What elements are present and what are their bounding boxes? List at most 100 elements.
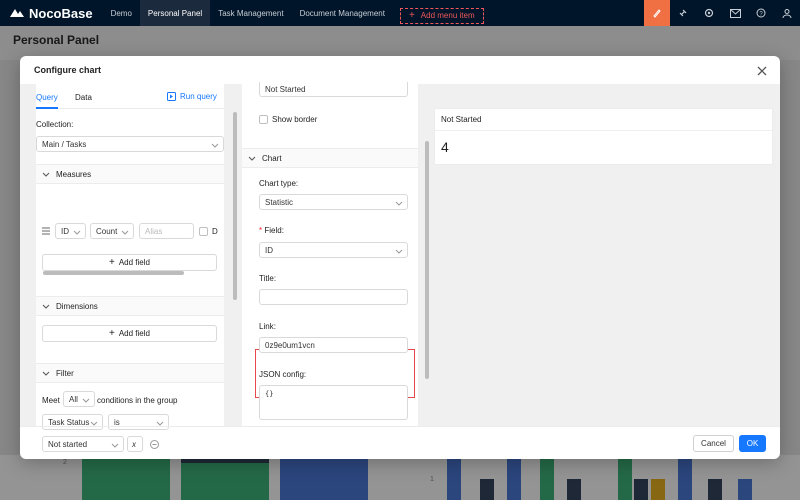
active-tab-indicator [36,107,58,109]
show-border-checkbox[interactable] [259,115,268,124]
add-dimension-field-button[interactable]: + Add field [42,325,217,342]
chevron-down-icon [395,201,403,206]
plus-icon: + [109,257,115,268]
chart-settings-panel: Not Started Show border Chart Chart type… [242,82,418,426]
chevron-down-icon [73,230,81,235]
mail-icon[interactable] [722,0,748,26]
chevron-down-icon [42,371,50,376]
distinct-checkbox[interactable] [199,227,208,236]
chart-section-title: Chart [262,153,282,163]
title-input[interactable] [259,289,408,305]
link-value: 0z9e0um1vcn [265,340,315,350]
menu-item-demo[interactable]: Demo [103,0,140,26]
add-field-label: Add field [118,258,150,267]
tab-data[interactable]: Data [75,93,92,102]
measure-field-select[interactable]: ID [55,223,86,239]
chart-type-value: Statistic [265,197,294,207]
conditions-label: conditions in the group [97,396,178,405]
alias-placeholder: Alias [145,226,163,236]
menu-item-personal-panel[interactable]: Personal Panel [139,0,211,26]
run-query-button[interactable]: Run query [167,92,217,101]
chart-type-label: Chart type: [259,179,299,188]
show-border-label: Show border [272,115,318,124]
top-nav: NocoBase Demo Personal Panel Task Manage… [0,0,800,26]
meet-select[interactable]: All [63,391,95,407]
add-menu-item-button[interactable]: + Add menu item [399,7,484,24]
query-tabs: Query Data Run query [36,84,224,109]
field-label: * Field: [259,226,284,235]
json-config-label: JSON config: [259,370,307,379]
run-icon [167,92,176,101]
chevron-down-icon [42,172,50,177]
chevron-down-icon [121,230,129,235]
chart-panel-scrollbar[interactable] [425,141,429,379]
app-logo[interactable]: NocoBase [0,6,103,21]
meet-value: All [69,394,78,404]
modal-body: Query Data Run query Collection: Main / … [20,82,780,452]
collection-label: Collection: [36,120,74,129]
measures-title: Measures [56,169,92,179]
menu-item-task-management[interactable]: Task Management [210,0,291,26]
plugin-icon[interactable] [670,0,696,26]
measures-section-header[interactable]: Measures [36,164,224,184]
chart-preview-card: Not Started 4 [434,108,773,165]
menu-item-document-management[interactable]: Document Management [292,0,393,26]
dimensions-section-header[interactable]: Dimensions [36,296,224,316]
preview-title-value: Not Started [265,84,306,94]
collection-value: Main / Tasks [42,139,87,149]
plus-icon: + [109,328,115,339]
configure-chart-modal: Configure chart Query Data Run query Col… [20,56,780,459]
distinct-label: D [212,227,218,236]
dimensions-title: Dimensions [56,301,98,311]
chevron-down-icon [211,143,219,148]
close-icon[interactable] [756,65,768,77]
chart-section-header[interactable]: Chart [242,148,418,168]
aggregation-select[interactable]: Count [90,223,134,239]
field-select[interactable]: ID [259,242,408,258]
link-label: Link: [259,322,276,331]
add-field-label: Add field [118,329,150,338]
help-icon[interactable]: ? [748,0,774,26]
cancel-button[interactable]: Cancel [693,435,734,452]
chevron-down-icon [248,156,256,161]
title-label: Title: [259,274,277,283]
measure-field-value: ID [61,226,69,236]
json-config-value: {} [265,390,274,398]
preview-title: Not Started [441,115,482,124]
meet-label: Meet [42,396,60,405]
main-menu: Demo Personal Panel Task Management Docu… [103,0,393,26]
plus-icon: + [408,10,415,21]
filter-section-header[interactable]: Filter [36,363,224,383]
horizontal-scrollbar[interactable] [43,271,184,275]
statistic-value: 4 [441,139,449,155]
preview-title-input[interactable]: Not Started [259,82,408,97]
user-icon[interactable] [774,0,800,26]
collection-select[interactable]: Main / Tasks [36,136,224,152]
add-menu-item-label: Add menu item [420,11,475,20]
header-actions: ? [644,0,800,26]
chart-type-select[interactable]: Statistic [259,194,408,210]
tab-query[interactable]: Query [36,93,58,102]
aggregation-value: Count [96,226,118,236]
ok-button[interactable]: OK [739,435,766,452]
chevron-down-icon [42,304,50,309]
run-query-label: Run query [180,92,217,101]
query-panel-scrollbar[interactable] [233,112,237,300]
brush-icon[interactable] [644,0,670,26]
field-value: ID [265,245,273,255]
settings-icon[interactable] [696,0,722,26]
modal-footer: Cancel OK [20,426,780,459]
add-measure-field-button[interactable]: + Add field [42,254,217,271]
alias-input[interactable]: Alias [139,223,194,239]
link-input[interactable]: 0z9e0um1vcn [259,337,408,353]
filter-title: Filter [56,368,74,378]
drag-handle-icon[interactable] [42,227,50,235]
chevron-down-icon [82,398,90,403]
modal-title: Configure chart [34,65,102,75]
logo-text: NocoBase [29,5,93,21]
query-panel: Query Data Run query Collection: Main / … [36,84,224,452]
nocobase-logo-icon [10,9,24,17]
json-config-textarea[interactable]: {} [259,385,408,420]
divider [435,130,772,131]
chevron-down-icon [395,249,403,254]
